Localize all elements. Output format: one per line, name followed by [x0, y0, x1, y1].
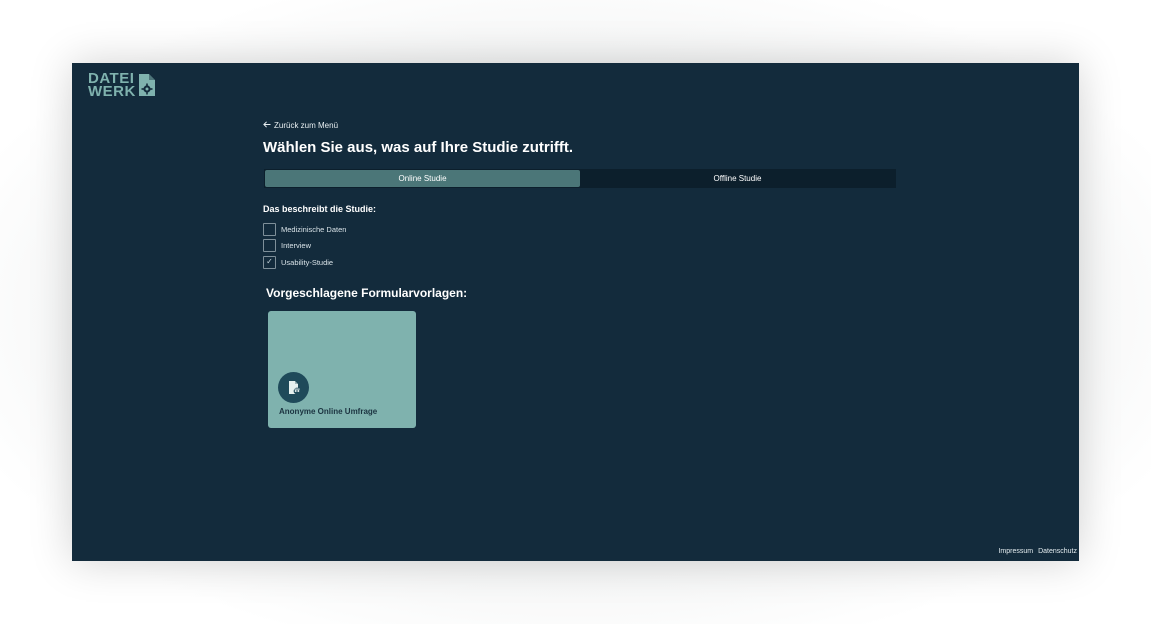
datenschutz-link[interactable]: Datenschutz [1038, 548, 1077, 555]
arrow-left-icon [263, 121, 271, 130]
page-stage: DATEI WERK Zurück zum Menü Wählen Sie au… [0, 0, 1151, 624]
checkbox-medical-data[interactable] [263, 222, 276, 236]
option-usability-study: ✓ Usability-Studie [263, 254, 346, 271]
document-gear-icon [138, 73, 156, 102]
study-type-tabs: Online Studie Offline Studie [264, 169, 896, 188]
suggested-templates-heading: Vorgeschlagene Formularvorlagen: [266, 286, 468, 300]
option-label: Interview [281, 241, 312, 251]
checkbox-usability-study[interactable]: ✓ [263, 255, 276, 269]
tab-label: Online Studie [398, 174, 447, 183]
logo-text: DATEI WERK [88, 71, 136, 100]
option-label: Usability-Studie [281, 257, 334, 267]
page-title: Wählen Sie aus, was auf Ihre Studie zutr… [263, 139, 574, 156]
dateiwerk-logo[interactable]: DATEI WERK [88, 71, 156, 102]
logo-line-2: WERK [88, 83, 136, 100]
study-description-label: Das beschreibt die Studie: [263, 204, 377, 214]
option-interview: Interview [263, 238, 346, 255]
template-card-title: Anonyme Online Umfrage [279, 407, 378, 416]
anonymous-document-icon [278, 372, 309, 403]
template-card-anonymous-survey[interactable]: Anonyme Online Umfrage [268, 311, 416, 428]
back-link-label: Zurück zum Menü [274, 121, 339, 130]
tab-offline-study[interactable]: Offline Studie [580, 170, 895, 187]
checkbox-interview[interactable] [263, 239, 276, 253]
tab-online-study[interactable]: Online Studie [265, 170, 580, 187]
back-to-menu-link[interactable]: Zurück zum Menü [263, 121, 338, 130]
option-label: Medizinische Daten [281, 224, 347, 234]
footer-links: Impressum Datenschutz [998, 548, 1077, 555]
app-window: DATEI WERK Zurück zum Menü Wählen Sie au… [72, 63, 1079, 561]
tab-label: Offline Studie [713, 174, 762, 183]
impressum-link[interactable]: Impressum [998, 548, 1033, 555]
checkmark-icon: ✓ [266, 257, 273, 267]
option-medical-data: Medizinische Daten [263, 221, 346, 238]
study-options-list: Medizinische Daten Interview ✓ Usability… [263, 221, 346, 271]
